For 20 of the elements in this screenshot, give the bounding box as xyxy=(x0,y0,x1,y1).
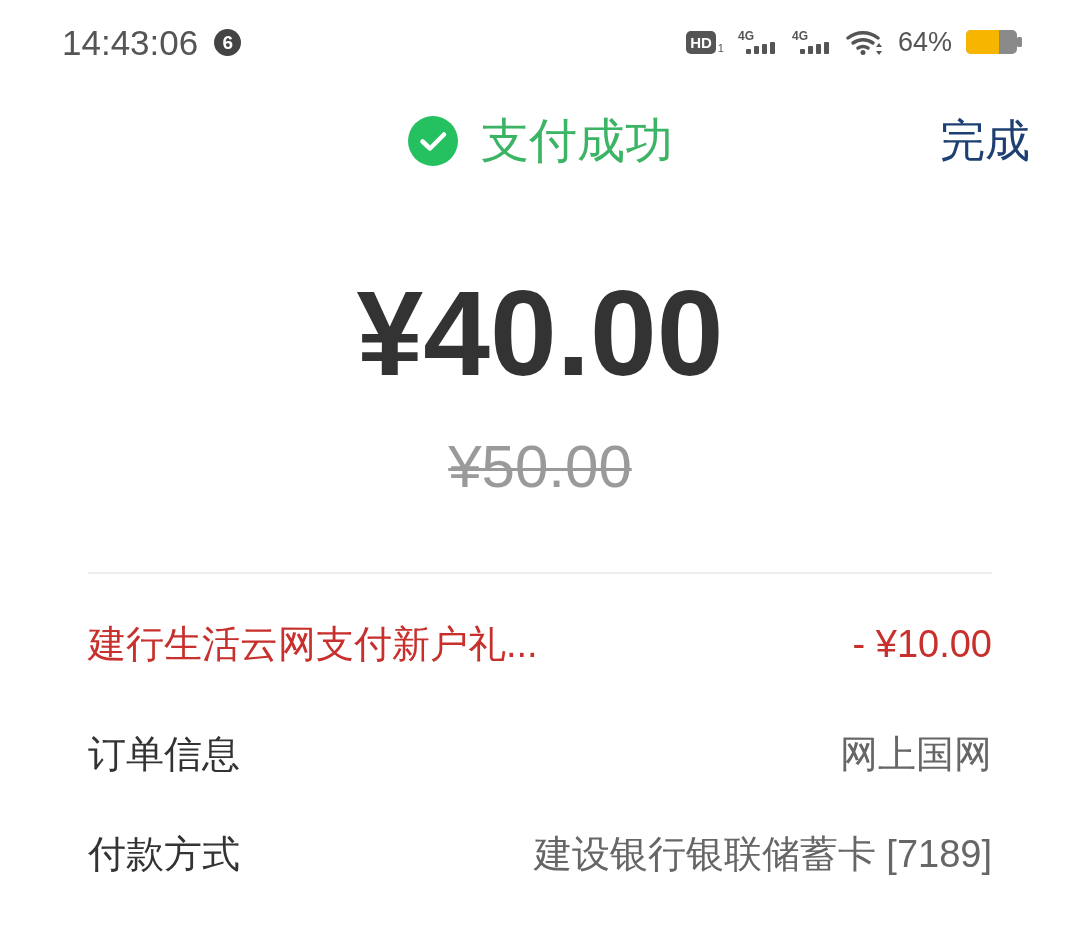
clock-time: 14:43:06 xyxy=(62,24,199,60)
detail-label: 订单信息 xyxy=(88,732,240,778)
done-button[interactable]: 完成 xyxy=(940,115,1030,167)
payment-success-title: 支付成功 xyxy=(480,113,673,169)
detail-value: 网上国网 xyxy=(840,732,992,778)
battery-percent: 64% xyxy=(897,28,952,56)
network-type-label: 4G xyxy=(791,30,808,42)
battery-icon xyxy=(966,30,1022,54)
original-price: ¥50.00 xyxy=(448,437,632,497)
wifi-icon xyxy=(845,29,884,55)
discount-label: 建行生活云网支付新户礼... xyxy=(88,622,538,668)
network-type-label: 4G xyxy=(737,30,754,42)
sim-slot-label: 1 xyxy=(717,42,724,54)
detail-value: 建设银行银联储蓄卡 [7189] xyxy=(533,832,992,878)
detail-label: 付款方式 xyxy=(88,832,240,878)
discount-amount: - ¥10.00 xyxy=(852,622,992,668)
notification-count-badge: 6 xyxy=(214,28,242,56)
hd-voice-badge: HD xyxy=(686,30,716,54)
paid-amount: ¥40.00 xyxy=(355,273,725,393)
success-check-icon xyxy=(407,116,458,166)
